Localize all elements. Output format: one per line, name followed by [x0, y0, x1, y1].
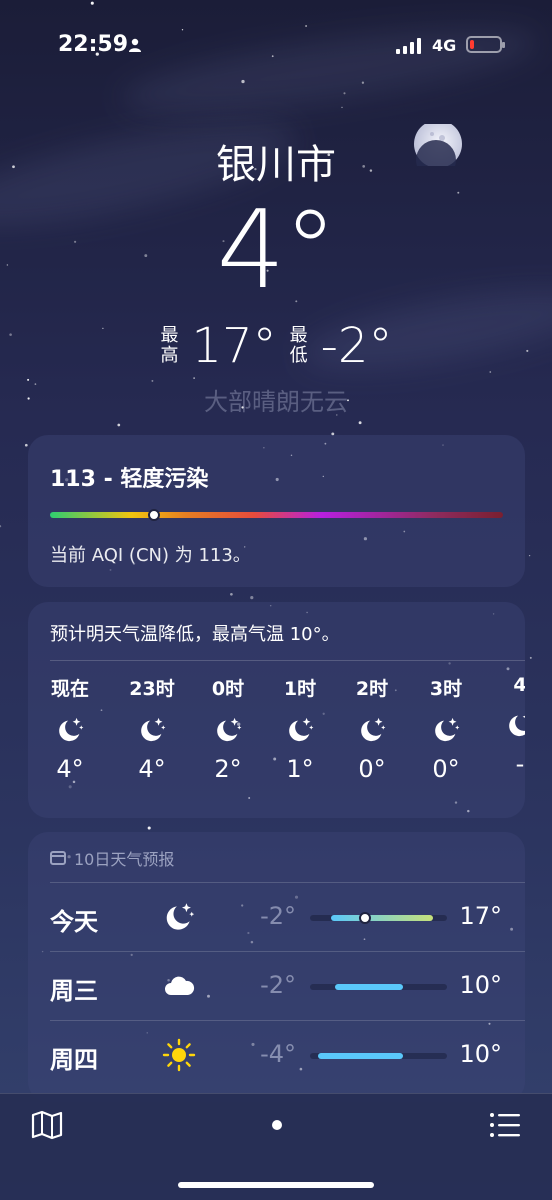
hourly-forecast-card[interactable]: 预计明天气温降低，最高气温 10°。 现在 4° 23时 4° 0时 2° 1时 1° 2时 0°…: [28, 602, 525, 818]
hour-temp: 0°: [432, 755, 460, 783]
temp-range-bar: [310, 984, 447, 990]
divider: [50, 882, 525, 883]
low-label: 最低: [289, 325, 308, 366]
hour-temp: -: [515, 750, 525, 778]
day-low: -2°: [260, 902, 296, 930]
hourly-item: 2时 0°: [336, 674, 408, 783]
hour-temp: 4°: [138, 755, 166, 783]
aqi-card[interactable]: 113 - 轻度污染 当前 AQI (CN) 为 113。: [28, 435, 525, 587]
home-indicator[interactable]: [178, 1182, 374, 1188]
temp-range-fill: [318, 1053, 404, 1059]
moon-stars-icon: [213, 715, 243, 745]
low-temp: -2°: [320, 318, 393, 374]
hour-label: 现在: [50, 678, 89, 700]
signal-icon: [396, 38, 421, 54]
hour-temp: 2°: [214, 755, 242, 783]
hourly-summary: 预计明天气温降低，最高气温 10°。: [50, 624, 340, 645]
temp-range-fill: [334, 984, 404, 990]
aqi-scale: [50, 509, 503, 521]
moon-stars-icon: [357, 715, 387, 745]
hour-label: 3时: [429, 678, 463, 700]
day-label: 周三: [50, 977, 98, 1005]
moon-stars-icon: [162, 900, 196, 934]
high-temp: 17°: [191, 318, 277, 374]
cloud-icon: [162, 969, 196, 1003]
hourly-item: 3时 0°: [410, 674, 482, 783]
hour-label: 23时: [129, 678, 175, 700]
day-high: 10°: [459, 1040, 502, 1068]
moon-stars-icon: [431, 715, 461, 745]
hour-label: 0时: [211, 678, 245, 700]
hourly-item: 1时 1°: [264, 674, 336, 783]
high-low: 最高 17° 最低 -2°: [0, 318, 552, 374]
daily-row[interactable]: 今天 -2° 17°: [28, 882, 525, 951]
daily-header-label: 10日天气预报: [74, 850, 175, 869]
hourly-item: 23时 4°: [116, 674, 188, 783]
current-temp-marker: [358, 912, 371, 924]
battery-icon: [466, 36, 505, 53]
calendar-icon: [50, 851, 66, 865]
current-temperature: 4°: [216, 188, 338, 313]
day-label: 周四: [50, 1046, 98, 1074]
hour-label: 1时: [283, 678, 317, 700]
network-type: 4G: [432, 36, 457, 55]
hour-label: 2时: [355, 678, 389, 700]
hour-temp: 4°: [56, 755, 84, 783]
person-icon: [129, 38, 141, 52]
daily-forecast-card[interactable]: 10日天气预报 今天 -2° 17° 周三 -2° 10° 周四 -4° 10°: [28, 832, 525, 1102]
day-low: -2°: [260, 971, 296, 999]
aqi-description: 当前 AQI (CN) 为 113。: [50, 545, 251, 566]
temp-range-fill: [330, 915, 434, 921]
moon-stars-icon: [55, 715, 85, 745]
daily-header: 10日天气预报: [50, 846, 174, 870]
bottom-toolbar: [0, 1093, 552, 1200]
hourly-item: 4-: [484, 674, 525, 778]
divider: [50, 951, 525, 952]
hour-temp: 1°: [286, 755, 314, 783]
map-icon[interactable]: [30, 1110, 64, 1140]
aqi-title: 113 - 轻度污染: [50, 467, 209, 492]
weather-condition: 大部晴朗无云: [204, 388, 348, 416]
daily-row[interactable]: 周三 -2° 10°: [28, 951, 525, 1020]
hour-label: 4: [513, 674, 525, 696]
moon-image: [414, 124, 462, 166]
hourly-item: 0时 2°: [192, 674, 264, 783]
list-icon[interactable]: [488, 1110, 522, 1140]
moon-stars-icon: [137, 715, 167, 745]
hourly-item: 现在 4°: [34, 674, 106, 783]
moon-stars-icon: [285, 715, 315, 745]
moon-stars-icon: [505, 710, 525, 740]
page-indicator[interactable]: [272, 1120, 282, 1130]
city-name: 银川市: [216, 142, 336, 188]
status-time: 22:59: [58, 32, 129, 57]
temp-range-bar: [310, 912, 447, 924]
day-label: 今天: [50, 908, 98, 936]
divider: [50, 660, 525, 661]
day-high: 17°: [459, 902, 502, 930]
day-low: -4°: [260, 1040, 296, 1068]
day-high: 10°: [459, 971, 502, 999]
status-bar: 22:59 4G: [0, 0, 552, 92]
divider: [50, 1020, 525, 1021]
aqi-indicator: [148, 509, 161, 521]
high-label: 最高: [160, 325, 179, 366]
sun-icon: [162, 1038, 196, 1072]
temp-range-bar: [310, 1053, 447, 1059]
daily-row[interactable]: 周四 -4° 10°: [28, 1020, 525, 1089]
hour-temp: 0°: [358, 755, 386, 783]
